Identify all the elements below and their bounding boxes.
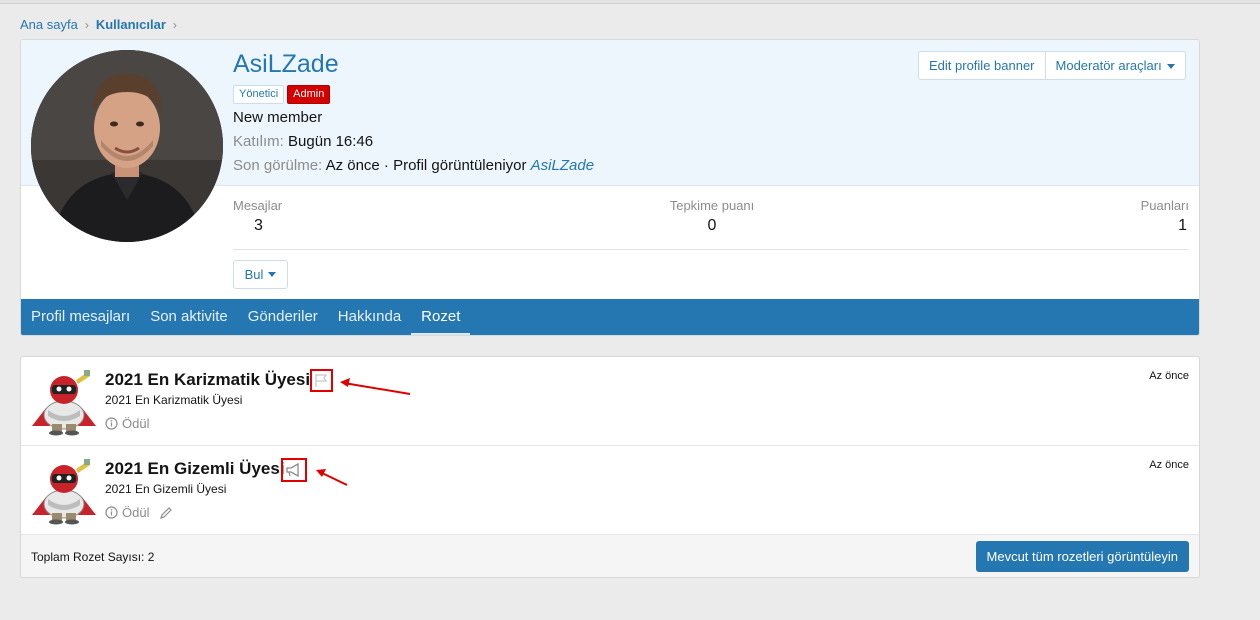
badge-mascot-image xyxy=(30,457,98,525)
profile-stats: Mesajlar 3 Tepkime puanı 0 Puanları 1 xyxy=(233,198,1189,250)
pencil-icon[interactable] xyxy=(159,506,173,520)
megaphone-icon-highlight xyxy=(281,458,307,482)
stat-label: Puanları xyxy=(1140,198,1189,213)
find-button-label: Bul xyxy=(244,267,264,282)
banner-yonetici: Yönetici xyxy=(233,85,285,104)
badges-footer: Toplam Rozet Sayısı: 2 Mevcut tüm rozetl… xyxy=(21,535,1199,577)
breadcrumb-users-link[interactable]: Kullanıcılar xyxy=(96,17,166,32)
badge-description: 2021 En Gizemli Üyesi xyxy=(105,482,227,496)
badge-category-label: Ödül xyxy=(122,505,150,520)
edit-profile-banner-button[interactable]: Edit profile banner xyxy=(919,52,1045,79)
stat-value: 0 xyxy=(707,217,717,234)
view-all-badges-button[interactable]: Mevcut tüm rozetleri görüntüleyin xyxy=(975,541,1189,572)
stat-value: 3 xyxy=(254,217,263,234)
profile-username: AsiLZade xyxy=(233,50,339,78)
profile-tabs: Profil mesajları Son aktivite Gönderiler… xyxy=(21,299,1199,335)
info-icon xyxy=(105,417,118,430)
stat-messages[interactable]: Mesajlar 3 xyxy=(233,198,282,235)
total-badges-count: Toplam Rozet Sayısı: 2 xyxy=(31,550,155,564)
tab-postings[interactable]: Gönderiler xyxy=(238,299,328,335)
last-seen-value: Az önce · Profil görüntüleniyor xyxy=(325,157,527,174)
moderator-tools-button[interactable]: Moderatör araçları xyxy=(1044,52,1185,79)
tab-profile-posts[interactable]: Profil mesajları xyxy=(21,299,140,335)
profile-card: AsiLZade Yönetici Admin New member Katıl… xyxy=(20,39,1200,336)
banner-admin: Admin xyxy=(287,85,331,104)
joined-label: Katılım: xyxy=(233,133,284,150)
badge-title-text: 2021 En Gizemli Üyesi xyxy=(105,459,285,478)
joined-info: Katılım: Bugün 16:46 xyxy=(233,133,373,150)
flag-icon[interactable] xyxy=(312,371,331,390)
caret-down-icon xyxy=(1166,64,1175,70)
stat-label: Tepkime puanı xyxy=(669,198,755,213)
stat-reaction-score: Tepkime puanı 0 xyxy=(668,198,756,235)
tab-about[interactable]: Hakkında xyxy=(328,299,411,335)
joined-value: Bugün 16:46 xyxy=(288,133,374,150)
user-banners: Yönetici Admin xyxy=(233,85,331,104)
moderator-tools-label: Moderatör araçları xyxy=(1055,58,1162,73)
breadcrumb-home-link[interactable]: Ana sayfa xyxy=(20,17,78,32)
stat-label: Mesajlar xyxy=(233,198,283,213)
badge-category: Ödül xyxy=(105,416,149,431)
list-item: 2021 En Karizmatik Üyesi 2021 En Karizma… xyxy=(21,357,1199,446)
stat-points[interactable]: Puanları 1 xyxy=(1141,198,1189,235)
badges-list: 2021 En Karizmatik Üyesi 2021 En Karizma… xyxy=(20,356,1200,578)
caret-down-icon xyxy=(268,272,277,277)
last-seen-label: Son görülme: xyxy=(233,157,323,174)
find-button[interactable]: Bul xyxy=(233,260,288,289)
badge-title-text: 2021 En Karizmatik Üyesi xyxy=(105,370,311,389)
badge-description: 2021 En Karizmatik Üyesi xyxy=(105,393,243,407)
badge-title[interactable]: 2021 En Gizemli Üyesi xyxy=(105,459,285,479)
badge-category: Ödül xyxy=(105,505,173,520)
stat-value: 1 xyxy=(1178,217,1187,234)
last-seen-info: Son görülme: Az önce · Profil görüntülen… xyxy=(233,157,594,174)
profile-actions: Edit profile banner Moderatör araçları xyxy=(918,51,1186,80)
annotation-arrow-icon xyxy=(316,469,348,486)
top-border xyxy=(0,0,1260,4)
badge-time: Az önce xyxy=(1149,459,1189,471)
avatar[interactable] xyxy=(31,50,223,242)
tab-badges[interactable]: Rozet xyxy=(411,299,471,335)
flag-icon-highlight xyxy=(310,369,333,392)
badge-time: Az önce xyxy=(1149,370,1189,382)
tab-latest-activity[interactable]: Son aktivite xyxy=(140,299,238,335)
list-item: 2021 En Gizemli Üyesi 2021 En Gizemli Üy… xyxy=(21,446,1199,535)
badge-title[interactable]: 2021 En Karizmatik Üyesi xyxy=(105,370,310,390)
info-icon xyxy=(105,506,118,519)
annotation-arrow-icon xyxy=(340,378,411,395)
breadcrumb: Ana sayfa › Kullanıcılar › xyxy=(20,17,184,32)
chevron-right-icon: › xyxy=(172,17,177,32)
badge-category-label: Ödül xyxy=(122,416,150,431)
badge-mascot-image xyxy=(30,368,98,436)
megaphone-icon[interactable] xyxy=(283,460,305,480)
chevron-right-icon: › xyxy=(84,17,89,32)
last-seen-link[interactable]: AsiLZade xyxy=(531,157,594,174)
user-title: New member xyxy=(233,109,323,126)
